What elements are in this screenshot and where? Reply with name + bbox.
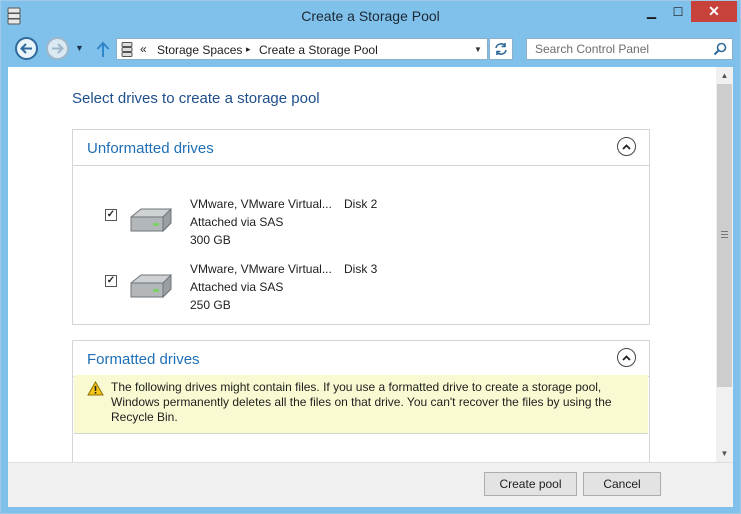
breadcrumb-create-storage-pool[interactable]: Create a Storage Pool (259, 43, 378, 57)
up-button[interactable] (94, 39, 112, 59)
navigation-bar: ▼ « Storage Spaces ▸ Create a Storage Po… (1, 32, 740, 68)
drive-size: 250 GB (190, 298, 231, 312)
address-dropdown-icon[interactable]: ▼ (474, 45, 482, 54)
main-content: Select drives to create a storage pool U… (8, 67, 716, 462)
unformatted-drives-header[interactable]: Unformatted drives (73, 130, 649, 166)
formatted-drives-section: Formatted drives The following drives mi… (72, 340, 650, 462)
window-title: Create a Storage Pool (301, 8, 440, 24)
chevron-up-icon (622, 354, 631, 361)
hard-drive-icon (130, 207, 172, 233)
drive-checkbox[interactable]: ✓ (105, 209, 117, 221)
grip-icon (721, 231, 728, 238)
storage-spaces-icon (121, 42, 133, 57)
refresh-button[interactable] (489, 38, 513, 60)
collapse-button[interactable] (617, 137, 636, 156)
footer-bar: Create pool Cancel (8, 462, 733, 507)
maximize-icon: ☐ (672, 4, 684, 19)
drive-disk-number: Disk 2 (344, 197, 378, 211)
section-title: Formatted drives (87, 351, 200, 368)
search-box[interactable] (526, 38, 733, 60)
warning-banner: The following drives might contain files… (74, 375, 648, 434)
breadcrumb-separator-icon[interactable]: ▸ (246, 44, 251, 55)
vertical-scrollbar[interactable]: ▲ ▼ (716, 67, 733, 462)
collapse-button[interactable] (617, 348, 636, 367)
scroll-up-icon[interactable]: ▲ (716, 67, 733, 84)
refresh-icon (495, 43, 507, 55)
title-bar[interactable]: Create a Storage Pool ▁ ☐ ✕ (1, 1, 740, 32)
checkmark-icon: ✓ (106, 209, 116, 220)
page-title: Select drives to create a storage pool (72, 90, 320, 107)
warning-icon (87, 381, 104, 396)
formatted-drives-header[interactable]: Formatted drives (73, 341, 649, 377)
drive-attach: Attached via SAS (190, 280, 284, 294)
drive-name: VMware, VMware Virtual... (190, 197, 332, 211)
recent-locations-chevron-icon[interactable]: ▼ (75, 43, 84, 53)
arrow-left-icon (20, 43, 32, 54)
drive-size: 300 GB (190, 233, 231, 247)
close-icon: ✕ (708, 3, 720, 19)
arrow-right-icon (52, 43, 64, 54)
address-bar[interactable]: « Storage Spaces ▸ Create a Storage Pool… (116, 38, 488, 60)
address-overflow-icon[interactable]: « (140, 42, 147, 56)
cancel-button[interactable]: Cancel (583, 472, 661, 496)
scrollbar-thumb[interactable] (717, 84, 732, 387)
scroll-down-icon[interactable]: ▼ (716, 445, 733, 462)
create-pool-button[interactable]: Create pool (484, 472, 577, 496)
unformatted-drives-section: Unformatted drives ✓ VMware, VMware Virt… (72, 129, 650, 325)
minimize-icon: ▁ (646, 4, 657, 19)
search-input[interactable] (527, 39, 715, 59)
section-title: Unformatted drives (87, 140, 214, 157)
arrow-up-icon (96, 41, 110, 57)
chevron-up-icon (622, 143, 631, 150)
drive-attach: Attached via SAS (190, 215, 284, 229)
drive-disk-number: Disk 3 (344, 262, 378, 276)
search-icon[interactable] (713, 42, 727, 56)
warning-text: The following drives might contain files… (111, 380, 612, 424)
breadcrumb-storage-spaces[interactable]: Storage Spaces (157, 43, 242, 57)
checkmark-icon: ✓ (106, 275, 116, 286)
hard-drive-icon (130, 273, 172, 299)
close-button[interactable]: ✕ (691, 1, 737, 22)
minimize-button[interactable]: ▁ (638, 1, 665, 22)
drive-name: VMware, VMware Virtual... (190, 262, 332, 276)
maximize-button[interactable]: ☐ (665, 1, 691, 22)
back-button[interactable] (15, 37, 38, 60)
drive-checkbox[interactable]: ✓ (105, 275, 117, 287)
forward-button[interactable] (46, 37, 69, 60)
